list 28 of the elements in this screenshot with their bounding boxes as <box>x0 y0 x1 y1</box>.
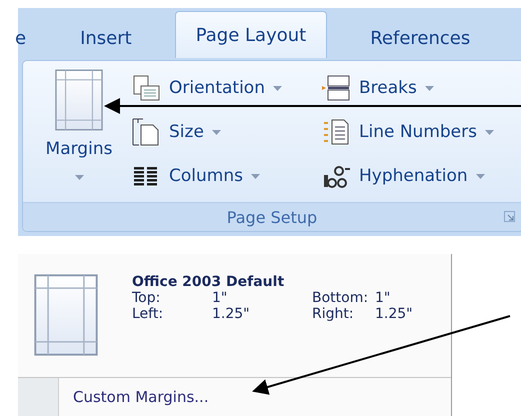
caret-icon <box>74 175 84 180</box>
caret-icon <box>272 86 282 90</box>
margins-button[interactable]: Margins <box>33 69 125 202</box>
orientation-icon <box>131 73 161 103</box>
ribbon-dropdown-button[interactable]: Breaks <box>321 69 521 107</box>
group-label: Page Setup <box>226 208 318 226</box>
ribbon-dropdown-button[interactable]: Orientation <box>131 69 315 107</box>
caret-icon <box>424 86 434 90</box>
page-margins-icon <box>34 274 98 356</box>
caret-icon <box>484 130 494 134</box>
ribbon-dropdown-button[interactable]: Columns <box>131 157 315 195</box>
ribbon-tab[interactable]: e <box>14 17 38 58</box>
ribbon-dropdown-button[interactable]: Line Numbers <box>321 113 521 151</box>
ribbon-tab[interactable]: Page Layout <box>174 11 328 58</box>
caret-icon <box>476 174 485 178</box>
breaks-icon <box>321 73 351 103</box>
margins-icon <box>55 69 103 131</box>
custom-margins-item[interactable]: Custom Margins... <box>59 378 451 416</box>
caret-icon <box>212 130 221 134</box>
line-numbers-icon <box>321 117 351 147</box>
ribbon-dropdown-button[interactable]: Size <box>131 113 315 151</box>
ribbon-tab[interactable]: Insert <box>59 17 153 58</box>
margin-preset-item[interactable]: Office 2003 Default Top: 1" Bottom: 1" Left: 1.25" Right: 1.25" <box>18 254 451 374</box>
ribbon-tab[interactable]: References <box>349 17 492 58</box>
dialog-launcher-icon[interactable] <box>504 211 515 222</box>
caret-icon <box>250 174 260 178</box>
ribbon-dropdown-button[interactable]: Hyphenation <box>321 157 521 195</box>
size-icon <box>131 117 161 147</box>
